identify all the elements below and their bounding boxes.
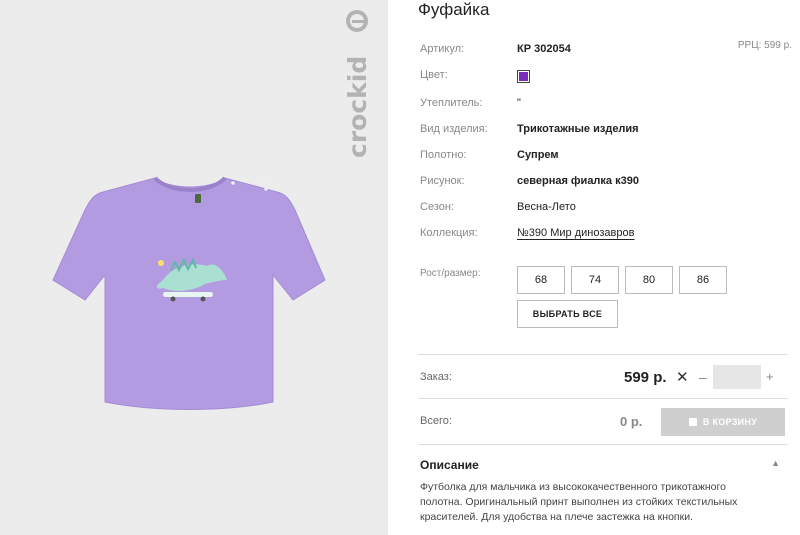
divider — [418, 398, 788, 399]
select-all-sizes-button[interactable]: ВЫБРАТЬ ВСЕ — [517, 300, 618, 328]
spec-key: Цвет: — [420, 69, 448, 81]
size-option-86[interactable]: 86 — [679, 266, 727, 294]
total-value: 0 р. — [620, 414, 643, 429]
quantity-input[interactable] — [713, 365, 761, 389]
spec-key: Утеплитель: — [420, 97, 483, 109]
size-option-80[interactable]: 80 — [625, 266, 673, 294]
quantity-decrement-button[interactable]: – — [699, 369, 707, 385]
collection-link[interactable]: №390 Мир динозавров — [517, 227, 634, 239]
product-details: Фуфайка РРЦ: 599 р. Артикул: КР 302054 Ц… — [388, 0, 800, 535]
spec-collection: Коллекция: №390 Мир динозавров — [420, 227, 790, 245]
spec-value: Трикотажные изделия — [517, 123, 639, 135]
size-label: Рост/размер: — [420, 268, 481, 279]
close-icon[interactable]: ✕ — [676, 368, 689, 386]
spec-insulation: Утеплитель: " — [420, 97, 790, 115]
spec-fabric: Полотно: Супрем — [420, 149, 790, 167]
order-label: Заказ: — [420, 371, 452, 383]
spec-key: Рисунок: — [420, 175, 465, 187]
spec-key: Вид изделия: — [420, 123, 488, 135]
divider — [418, 354, 788, 355]
spec-season: Сезон: Весна-Лето — [420, 201, 790, 219]
color-swatch[interactable] — [517, 70, 530, 83]
product-photo[interactable] — [45, 170, 335, 415]
spec-value: Супрем — [517, 149, 559, 161]
spec-key: Сезон: — [420, 201, 454, 213]
brand-wordmark: crockid — [343, 55, 372, 158]
description-title[interactable]: Описание — [420, 458, 479, 472]
collapse-caret-icon[interactable]: ▲ — [771, 458, 780, 468]
quantity-increment-button[interactable]: + — [766, 369, 774, 384]
size-option-74[interactable]: 74 — [571, 266, 619, 294]
total-label: Всего: — [420, 415, 452, 427]
cart-icon — [688, 418, 697, 426]
size-option-68[interactable]: 68 — [517, 266, 565, 294]
spec-value: Весна-Лето — [517, 201, 576, 213]
add-to-cart-button[interactable]: В КОРЗИНУ — [661, 408, 785, 436]
page-title: Фуфайка — [418, 0, 490, 19]
divider — [418, 444, 788, 445]
color-swatch-fill — [519, 72, 528, 81]
spec-article: Артикул: КР 302054 — [420, 43, 790, 61]
brand-mark-icon — [346, 10, 368, 32]
spec-value: северная фиалка к390 — [517, 175, 639, 187]
spec-key: Артикул: — [420, 43, 465, 55]
spec-value: КР 302054 — [517, 43, 571, 55]
spec-value: " — [517, 97, 521, 109]
spec-kind: Вид изделия: Трикотажные изделия — [420, 123, 790, 141]
spec-key: Полотно: — [420, 149, 467, 161]
order-price: 599 р. — [624, 369, 667, 386]
brand-logo: crockid — [343, 8, 373, 158]
product-image-panel: crockid — [0, 0, 388, 535]
add-to-cart-label: В КОРЗИНУ — [702, 417, 758, 427]
spec-key: Коллекция: — [420, 227, 478, 239]
description-text: Футболка для мальчика из высококачествен… — [420, 481, 738, 523]
spec-color: Цвет: — [420, 69, 790, 87]
spec-pattern: Рисунок: северная фиалка к390 — [420, 175, 790, 193]
